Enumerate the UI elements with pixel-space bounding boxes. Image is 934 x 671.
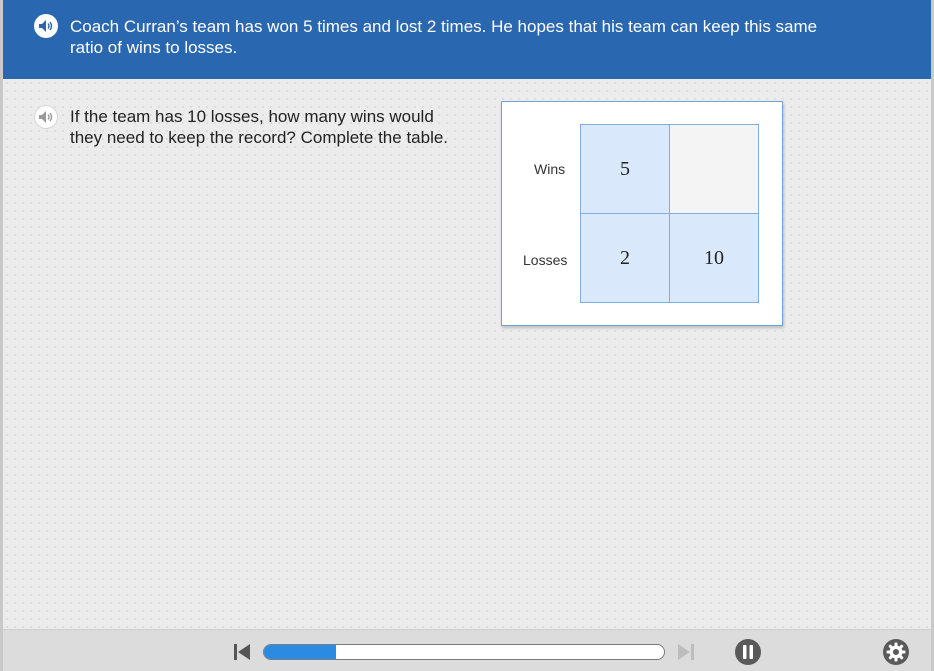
skip-back-button[interactable] <box>231 641 253 663</box>
pause-icon <box>735 639 761 665</box>
question-text: If the team has 10 losses, how many wins… <box>70 107 449 147</box>
losses-cell-2: 10 <box>669 213 759 303</box>
pause-button[interactable] <box>733 637 763 667</box>
row-label-wins: Wins <box>534 161 566 177</box>
player-controls <box>3 629 931 671</box>
speaker-icon <box>39 20 53 32</box>
skip-forward-button[interactable] <box>675 641 697 663</box>
row-label-losses: Losses <box>523 252 568 268</box>
prompt-text: Coach Curran’s team has won 5 times and … <box>70 17 818 57</box>
question-audio-button[interactable] <box>34 105 58 129</box>
skip-forward-icon <box>678 644 694 660</box>
prompt-header: Coach Curran’s team has won 5 times and … <box>3 0 931 79</box>
progress-bar[interactable] <box>263 644 665 660</box>
speaker-icon <box>39 111 53 123</box>
wins-cell-1: 5 <box>580 124 670 214</box>
gear-icon <box>883 639 909 665</box>
losses-cell-1: 2 <box>580 213 670 303</box>
skip-back-icon <box>234 644 250 660</box>
wins-answer-input[interactable] <box>669 124 759 214</box>
header-audio-button[interactable] <box>34 14 58 38</box>
progress-fill <box>264 645 336 659</box>
ratio-table: Wins Losses 5 2 10 <box>501 101 783 326</box>
lesson-frame: Coach Curran’s team has won 5 times and … <box>3 0 931 671</box>
question-area: If the team has 10 losses, how many wins… <box>3 79 931 629</box>
settings-button[interactable] <box>881 637 911 667</box>
